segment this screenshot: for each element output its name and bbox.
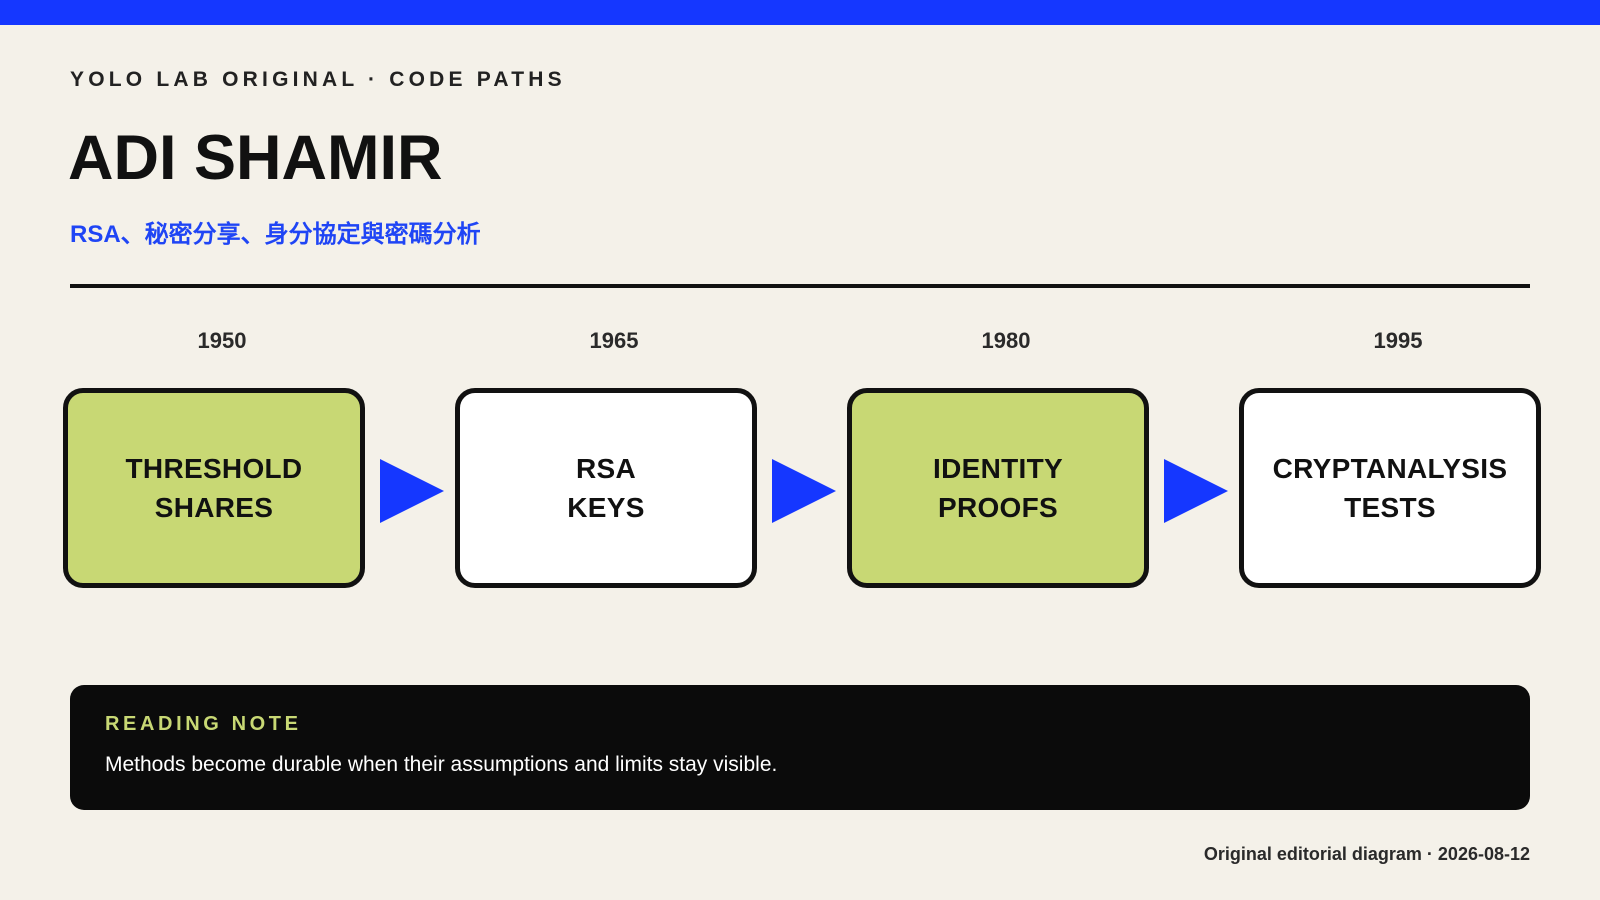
timeline-year-4: 1995 [1373, 328, 1423, 353]
timeline-year-1: 1950 [197, 328, 247, 353]
stage-label: RSA KEYS [567, 453, 645, 523]
reading-note-label: READING NOTE [105, 713, 302, 735]
page-title: ADI SHAMIR [68, 123, 443, 193]
timeline-year-2: 1965 [589, 328, 639, 353]
header-divider [70, 284, 1530, 288]
arrow-right-icon [380, 459, 444, 523]
timeline-stage-2: RSA KEYS [455, 388, 757, 588]
top-accent-bar [0, 0, 1600, 25]
timeline-stage-3: IDENTITY PROOFS [847, 388, 1149, 588]
timeline-stage-4: CRYPTANALYSIS TESTS [1239, 388, 1541, 588]
reading-note-panel: READING NOTE Methods become durable when… [70, 685, 1530, 810]
page-subtitle: RSA、秘密分享、身分協定與密碼分析 [70, 221, 481, 248]
timeline-year-3: 1980 [981, 328, 1031, 353]
footer-credit: Original editorial diagram · 2026-08-12 [1203, 844, 1530, 864]
stage-label: IDENTITY PROOFS [933, 453, 1063, 523]
timeline-stage-1: THRESHOLD SHARES [63, 388, 365, 588]
arrow-right-icon [772, 459, 836, 523]
stage-label: CRYPTANALYSIS TESTS [1272, 453, 1508, 523]
stage-label: THRESHOLD SHARES [125, 453, 303, 523]
arrow-right-icon [1164, 459, 1228, 523]
eyebrow-label: YOLO LAB ORIGINAL · CODE PATHS [70, 68, 566, 91]
reading-note-text: Methods become durable when their assump… [105, 753, 778, 776]
